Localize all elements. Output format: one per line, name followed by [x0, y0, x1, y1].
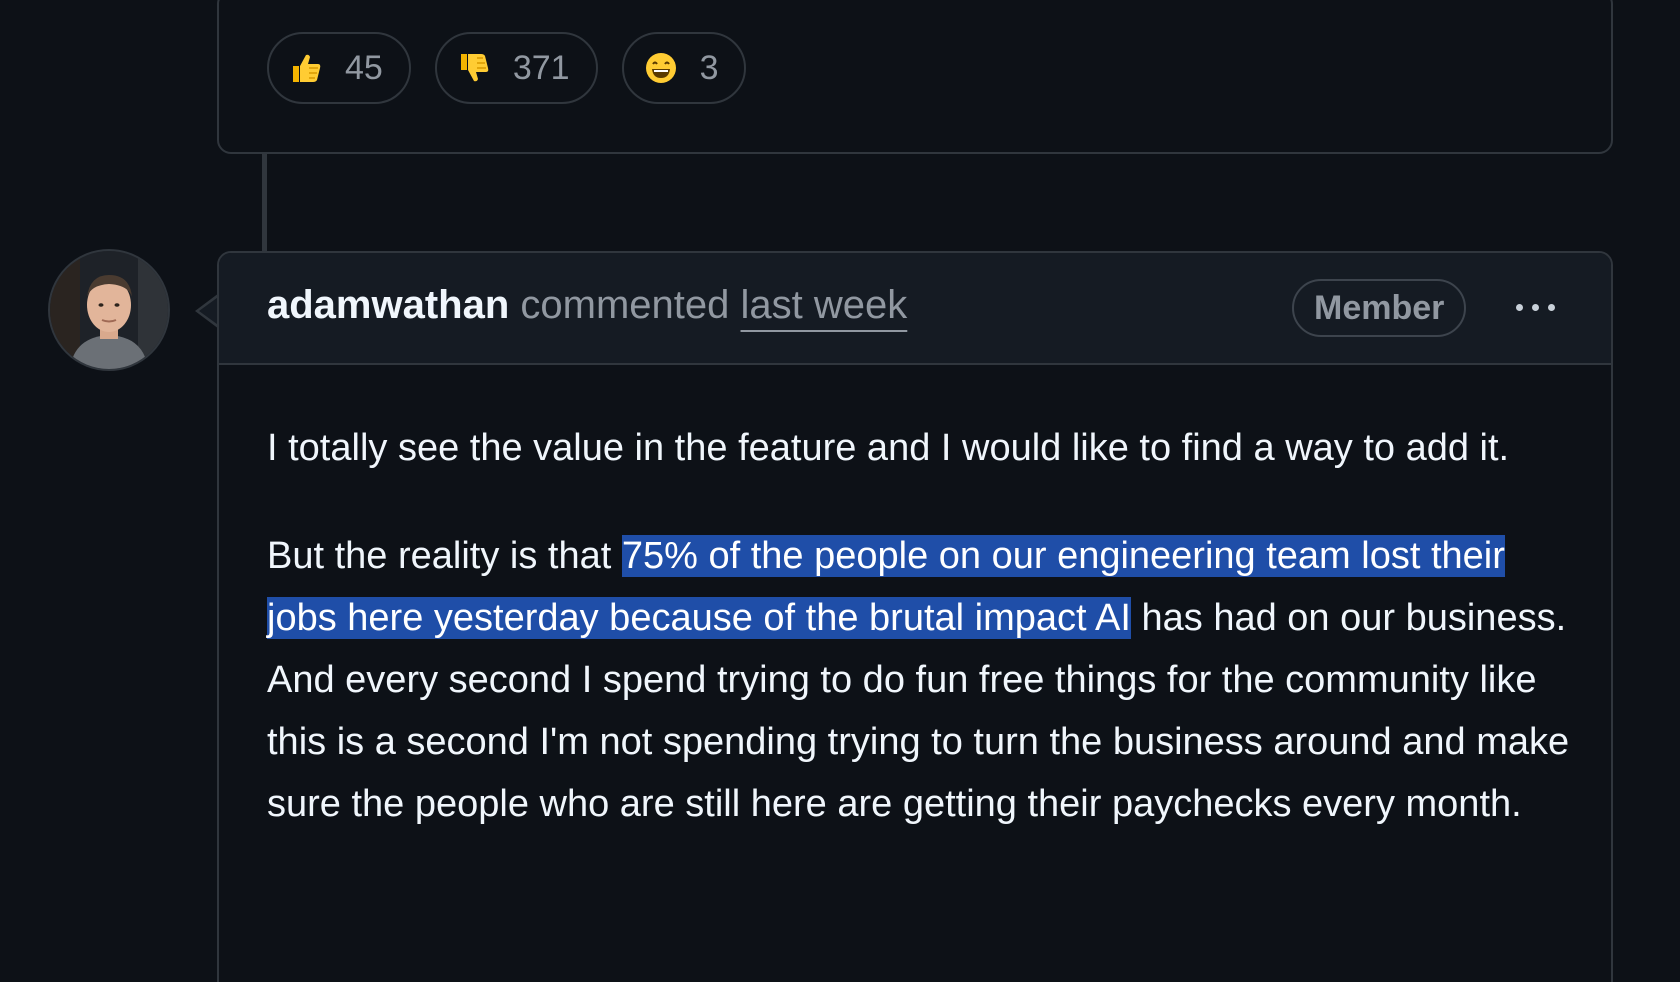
previous-comment-box: 45 371 3	[217, 0, 1613, 154]
avatar[interactable]	[48, 249, 170, 371]
comment-action: commented	[520, 283, 730, 327]
reaction-thumbs-up-button[interactable]: 45	[267, 32, 411, 104]
member-badge: Member	[1292, 279, 1467, 337]
thumbs-down-icon	[460, 54, 489, 82]
reaction-thumbs-down-button[interactable]: 371	[434, 32, 598, 104]
issue-timeline: 45 371 3 adamwathan commented last week …	[0, 0, 1680, 982]
avatar-image	[50, 251, 168, 369]
comment-body: I totally see the value in the feature a…	[267, 417, 1577, 881]
timestamp-link[interactable]: last week	[741, 283, 908, 327]
reaction-count: 45	[345, 48, 383, 87]
author-link[interactable]: adamwathan	[267, 283, 509, 327]
comment-box: adamwathan commented last week Member I …	[217, 251, 1613, 982]
paragraph-text: But the reality is that	[267, 535, 622, 577]
reactions-bar: 45 371 3	[267, 32, 747, 104]
reaction-count: 371	[512, 48, 570, 87]
comment-paragraph: But the reality is that 75% of the peopl…	[267, 525, 1577, 835]
comment-header-line: adamwathan commented last week	[267, 283, 907, 328]
comment-header: adamwathan commented last week Member	[219, 253, 1611, 365]
thumbs-up-icon	[293, 54, 321, 82]
reaction-count: 3	[699, 48, 719, 87]
reaction-smile-button[interactable]: 3	[621, 32, 747, 104]
timeline-connector	[262, 154, 267, 252]
smile-icon	[645, 53, 676, 83]
comment-paragraph: I totally see the value in the feature a…	[267, 427, 1510, 469]
kebab-menu-icon[interactable]	[1505, 289, 1565, 325]
